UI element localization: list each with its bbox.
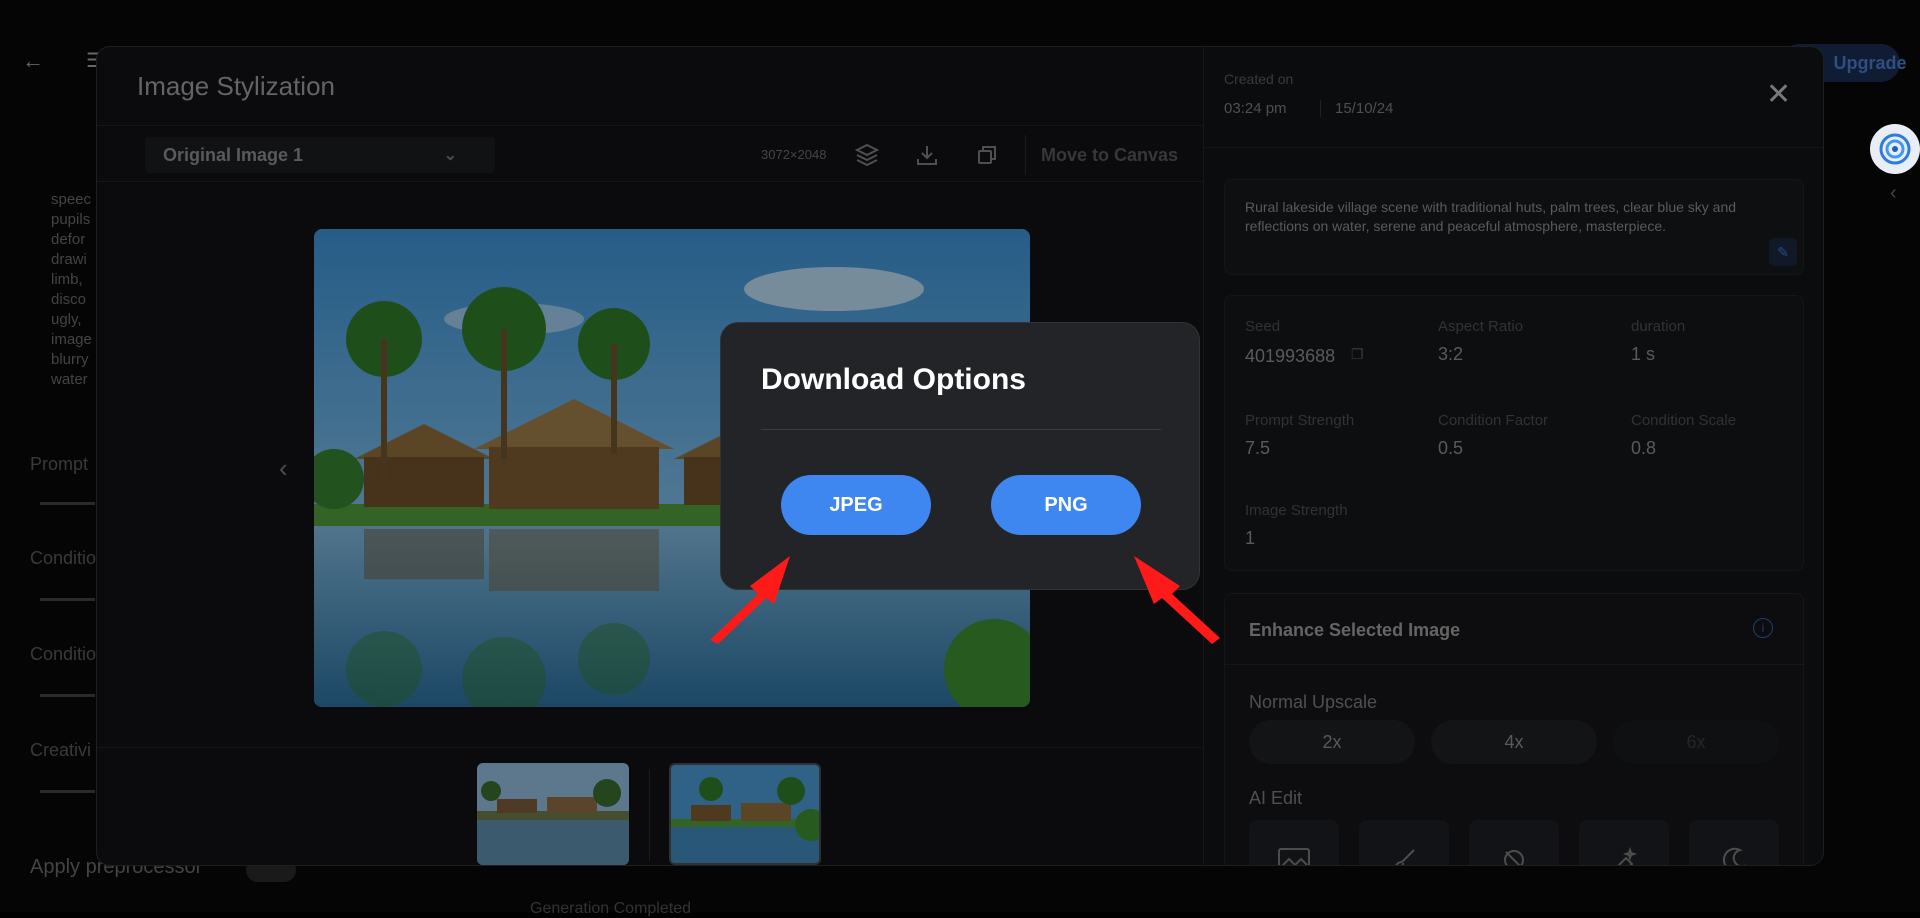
negative-prompt-text: speec pupils defor drawi limb, disco ugl… [51,190,101,390]
jpeg-button[interactable]: JPEG [781,475,931,535]
thumbnail-separator [649,769,650,861]
info-icon[interactable]: i [1753,618,1773,638]
created-date: 15/10/24 [1320,100,1393,117]
duration-label: duration [1631,318,1685,335]
magic-eraser-icon[interactable] [1579,820,1669,866]
move-to-canvas-button[interactable]: Move to Canvas [1041,145,1178,166]
slider-track[interactable] [40,694,95,697]
slider-track[interactable] [40,598,95,601]
condition-scale-label: Condition Scale [1631,412,1736,429]
prompt-box: Rural lakeside village scene with tradit… [1224,179,1804,275]
popup-title: Download Options [761,363,1026,397]
close-icon[interactable]: ✕ [1766,77,1791,112]
divider [97,125,1203,126]
created-time: 03:24 pm [1224,100,1287,117]
image-select-dropdown[interactable]: Original Image 1 ⌄ [145,137,495,173]
slider-label: Conditio [30,644,96,665]
slider-label: Conditio [30,548,96,569]
prompt-strength-value: 7.5 [1245,438,1270,459]
aspect-ratio-label: Aspect Ratio [1438,318,1523,335]
back-arrow-icon[interactable]: ← [22,48,44,74]
condition-scale-value: 0.8 [1631,438,1656,459]
divider [1204,147,1824,148]
image-strength-label: Image Strength [1245,502,1348,519]
seed-value: 401993688 [1245,346,1335,367]
copy-seed-icon[interactable]: ❐ [1351,346,1364,363]
brush-icon[interactable] [1359,820,1449,866]
enhance-panel: Enhance Selected Image i Normal Upscale … [1224,593,1804,866]
upscale-6x-button[interactable]: 6x [1613,720,1779,764]
image-edit-icon[interactable] [1249,820,1339,866]
ai-edit-label: AI Edit [1249,788,1302,809]
image-strength-value: 1 [1245,528,1255,549]
enhance-title: Enhance Selected Image [1249,620,1460,641]
upscale-2x-button[interactable]: 2x [1249,720,1415,764]
download-icon[interactable] [911,139,943,171]
seed-label: Seed [1245,318,1280,335]
layers-icon[interactable] [851,139,883,171]
slider-track[interactable] [40,790,95,793]
divider [761,429,1161,430]
slider-label: Creativi [30,740,91,761]
night-mode-icon[interactable] [1689,820,1779,866]
app-logo-icon[interactable] [1870,124,1920,174]
upscale-4x-button[interactable]: 4x [1431,720,1597,764]
prompt-strength-label: Prompt Strength [1245,412,1354,429]
divider [1225,664,1805,665]
generation-params: Seed 401993688 ❐ Aspect Ratio 3:2 durati… [1224,295,1804,571]
thumbnail-image[interactable] [477,763,629,865]
condition-factor-label: Condition Factor [1438,412,1548,429]
condition-factor-value: 0.5 [1438,438,1463,459]
divider [97,747,1203,748]
thumbnail-image-selected[interactable] [669,763,821,865]
toolbar-separator [1025,135,1026,175]
image-dimensions: 3072×2048 [761,147,826,162]
created-label: Created on [1224,71,1293,87]
chevron-left-icon[interactable]: ‹ [1890,182,1897,205]
aspect-ratio-value: 3:2 [1438,344,1463,365]
modal-title: Image Stylization [137,71,335,102]
chevron-down-icon: ⌄ [444,145,457,165]
normal-upscale-label: Normal Upscale [1249,692,1377,713]
slider-track[interactable] [40,502,95,505]
erase-background-icon[interactable] [1469,820,1559,866]
previous-image-icon[interactable]: ‹ [279,453,288,484]
generation-status: Generation Completed [530,900,691,918]
png-button[interactable]: PNG [991,475,1141,535]
copy-icon[interactable] [971,139,1003,171]
slider-label: Prompt [30,454,88,475]
edit-pencil-icon[interactable]: ✎ [1769,238,1797,266]
download-options-popup: Download Options JPEG PNG [720,322,1200,590]
details-panel: Created on 03:24 pm 15/10/24 ✕ Rural lak… [1203,47,1824,865]
prompt-text: Rural lakeside village scene with tradit… [1245,199,1736,234]
duration-value: 1 s [1631,344,1655,365]
divider [97,181,1203,182]
